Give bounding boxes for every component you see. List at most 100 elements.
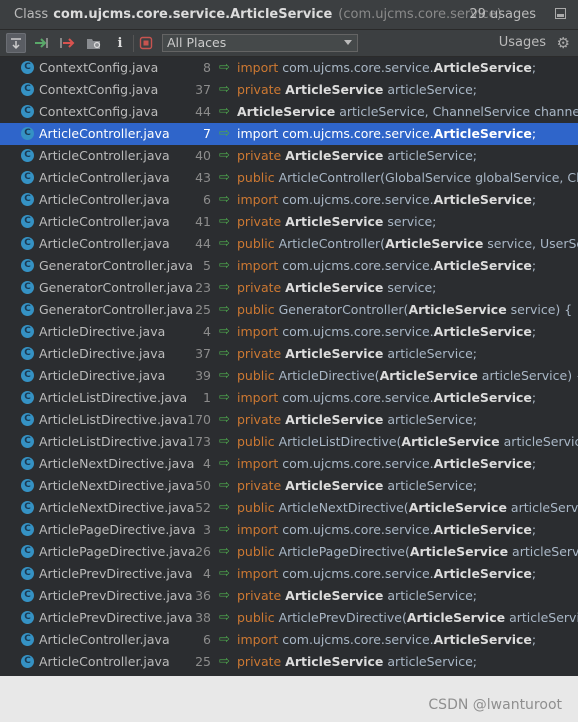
info-icon[interactable]: i (110, 33, 130, 53)
usage-row[interactable]: C ArticleDirective.java 37 ⇨ private Article… (0, 343, 578, 365)
usage-row[interactable]: C ArticleController.java 6 ⇨ import com.ujcm… (0, 629, 578, 651)
toolbar-separator (133, 35, 134, 52)
scope-dropdown[interactable]: All Places (162, 34, 358, 52)
usage-line-number: 4 (203, 566, 211, 581)
usage-arrow-icon: ⇨ (219, 544, 230, 559)
usage-row[interactable]: C ArticleDirective.java 39 ⇨ public ArticleD… (0, 365, 578, 387)
usage-file-name: ArticlePrevDirective.java (39, 610, 193, 625)
usage-code-snippet: private ArticleService articleService; (237, 654, 478, 669)
usage-code-snippet: private ArticleService articleService; (237, 346, 478, 361)
java-class-icon: C (21, 457, 34, 470)
usage-code-snippet: import com.ujcms.core.service.ArticleSer… (237, 390, 537, 405)
usage-line-number: 3 (203, 522, 211, 537)
usage-row[interactable]: C ContextConfig.java 44 ⇨ ArticleService art… (0, 101, 578, 123)
usage-row[interactable]: C ArticleController.java 40 ⇨ private Articl… (0, 145, 578, 167)
usage-arrow-icon: ⇨ (219, 610, 230, 625)
next-occurrence-icon[interactable] (31, 33, 51, 53)
usage-arrow-icon: ⇨ (219, 632, 230, 647)
java-class-icon: C (21, 105, 34, 118)
java-class-icon: C (21, 215, 34, 228)
java-class-icon: C (21, 501, 34, 514)
usage-file-name: ArticleNextDirective.java (39, 456, 195, 471)
usage-code-snippet: public ArticleNextDirective(ArticleServi… (237, 500, 578, 515)
java-class-icon: C (21, 589, 34, 602)
previous-occurrence-icon[interactable] (57, 33, 77, 53)
usage-row[interactable]: C ArticlePageDirective.java 3 ⇨ import com.u… (0, 519, 578, 541)
usage-row[interactable]: C ArticleNextDirective.java 52 ⇨ public Arti… (0, 497, 578, 519)
usage-arrow-icon: ⇨ (219, 192, 230, 207)
usage-row[interactable]: C ContextConfig.java 37 ⇨ private ArticleSer… (0, 79, 578, 101)
pin-window-icon[interactable] (555, 8, 566, 19)
usage-code-snippet: ArticleService articleService, ChannelSe… (237, 104, 578, 119)
usage-code-snippet: import com.ujcms.core.service.ArticleSer… (237, 258, 537, 273)
usage-file-name: GeneratorController.java (39, 258, 193, 273)
usage-code-snippet: import com.ujcms.core.service.ArticleSer… (237, 566, 537, 581)
usage-code-snippet: private ArticleService service; (237, 280, 437, 295)
usages-settings-label[interactable]: Usages (499, 35, 546, 50)
usage-row[interactable]: C ArticleDirective.java 4 ⇨ import com.ujcms… (0, 321, 578, 343)
usage-file-name: GeneratorController.java (39, 280, 193, 295)
gear-icon[interactable]: ⚙ (557, 34, 570, 52)
usage-row[interactable]: C ArticlePageDirective.java 26 ⇨ public Arti… (0, 541, 578, 563)
usage-file-name: ArticleController.java (39, 236, 170, 251)
usage-code-snippet: public ArticleController(ArticleService … (237, 236, 578, 251)
usage-file-name: ArticleController.java (39, 192, 170, 207)
usage-file-name: ArticleListDirective.java (39, 434, 188, 449)
usage-row[interactable]: C ArticleNextDirective.java 50 ⇨ private Art… (0, 475, 578, 497)
java-class-icon: C (21, 523, 34, 536)
java-class-icon: C (21, 325, 34, 338)
usage-line-number: 50 (195, 478, 211, 493)
usage-row[interactable]: C ArticleController.java 43 ⇨ public Article… (0, 167, 578, 189)
chevron-down-icon (344, 40, 352, 45)
java-class-icon: C (21, 391, 34, 404)
usage-row[interactable]: C ArticleListDirective.java 173 ⇨ public Art… (0, 431, 578, 453)
usage-arrow-icon: ⇨ (219, 500, 230, 515)
usage-row[interactable]: C ArticleController.java 6 ⇨ import com.ujcm… (0, 189, 578, 211)
java-class-icon: C (21, 83, 34, 96)
java-class-icon: C (21, 633, 34, 646)
expand-icon[interactable] (6, 33, 26, 53)
usage-file-name: ArticlePrevDirective.java (39, 566, 193, 581)
java-class-icon: C (21, 611, 34, 624)
usage-row[interactable]: C ArticleController.java 41 ⇨ private Articl… (0, 211, 578, 233)
java-class-icon: C (21, 171, 34, 184)
java-class-icon: C (21, 435, 34, 448)
java-class-icon: C (21, 655, 34, 668)
usage-row[interactable]: C ArticleListDirective.java 170 ⇨ private Ar… (0, 409, 578, 431)
usage-file-name: ArticlePageDirective.java (39, 522, 196, 537)
usage-arrow-icon: ⇨ (219, 368, 230, 383)
usage-file-name: ContextConfig.java (39, 82, 159, 97)
usage-arrow-icon: ⇨ (219, 148, 230, 163)
usage-row[interactable]: C ArticleController.java 7 ⇨ import com.ujcm… (0, 123, 578, 145)
usage-line-number: 6 (203, 192, 211, 207)
usage-row[interactable]: C ArticleListDirective.java 1 ⇨ import com.u… (0, 387, 578, 409)
usage-file-name: ArticleNextDirective.java (39, 478, 195, 493)
usage-arrow-icon: ⇨ (219, 654, 230, 669)
usage-code-snippet: private ArticleService articleService; (237, 148, 478, 163)
usages-count: 29 usages (469, 7, 536, 22)
usage-code-snippet: private ArticleService articleService; (237, 82, 478, 97)
usage-code-snippet: public ArticleListDirective(ArticleServi… (237, 434, 578, 449)
usage-row[interactable]: C GeneratorController.java 25 ⇨ public Gener… (0, 299, 578, 321)
usage-row[interactable]: C GeneratorController.java 23 ⇨ private Arti… (0, 277, 578, 299)
usage-file-name: ArticleController.java (39, 654, 170, 669)
usage-row[interactable]: C ArticleNextDirective.java 4 ⇨ import com.u… (0, 453, 578, 475)
usage-row[interactable]: C ContextConfig.java 8 ⇨ import com.ujcms.co… (0, 57, 578, 79)
java-class-icon: C (21, 61, 34, 74)
usage-row[interactable]: C ArticlePrevDirective.java 4 ⇨ import com.u… (0, 563, 578, 585)
find-usages-popup: Class com.ujcms.core.service.ArticleServ… (0, 0, 578, 676)
java-class-icon: C (21, 303, 34, 316)
usage-line-number: 41 (195, 214, 211, 229)
usage-row[interactable]: C ArticlePrevDirective.java 38 ⇨ public Arti… (0, 607, 578, 629)
usage-row[interactable]: C ArticlePrevDirective.java 36 ⇨ private Art… (0, 585, 578, 607)
scope-value: All Places (167, 35, 227, 50)
stop-icon[interactable] (136, 33, 156, 53)
watermark: CSDN @lwanturoot (428, 697, 562, 713)
java-class-icon: C (21, 193, 34, 206)
usage-row[interactable]: C GeneratorController.java 5 ⇨ import com.uj… (0, 255, 578, 277)
open-in-find-window-icon[interactable] (84, 33, 104, 53)
usage-code-snippet: public GeneratorController(ArticleServic… (237, 302, 573, 317)
usage-arrow-icon: ⇨ (219, 82, 230, 97)
usage-row[interactable]: C ArticleController.java 25 ⇨ private Articl… (0, 651, 578, 673)
usage-row[interactable]: C ArticleController.java 44 ⇨ public Article… (0, 233, 578, 255)
